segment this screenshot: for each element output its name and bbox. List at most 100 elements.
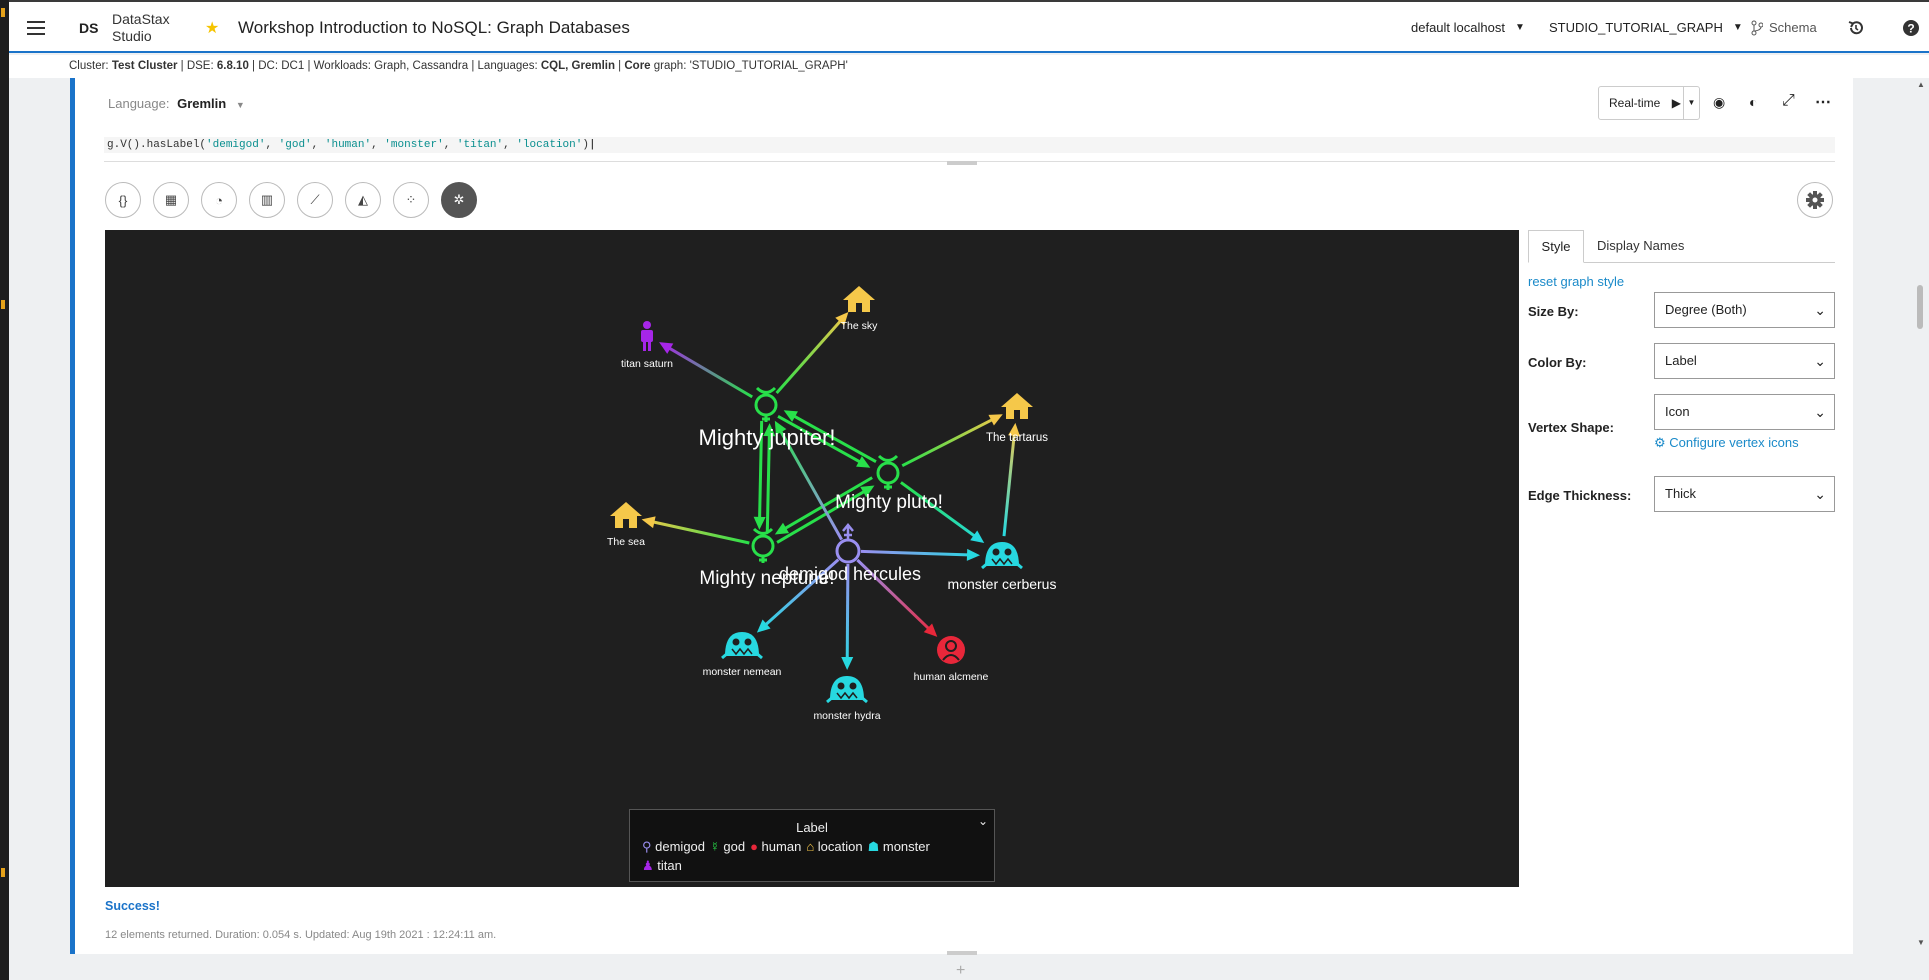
query-separator: , xyxy=(371,139,385,151)
contrast-icon: ◐ xyxy=(1749,94,1758,110)
bar-chart-button[interactable]: ▥ xyxy=(249,182,285,218)
svg-text:?: ? xyxy=(1907,21,1914,35)
vertex-label: Mighty jupiter! xyxy=(699,425,836,450)
query-editor[interactable]: g.V().hasLabel('demigod', 'god', 'human'… xyxy=(104,137,1835,153)
vertex-hydra[interactable]: monster hydra xyxy=(813,676,881,722)
toggle-output-button[interactable]: ◐ xyxy=(1749,94,1757,110)
area-chart-button[interactable]: ◭ xyxy=(345,182,381,218)
chart-settings-button[interactable] xyxy=(1797,182,1833,218)
add-cell-button[interactable]: + xyxy=(956,962,965,980)
schema-button[interactable]: Schema xyxy=(1751,2,1817,53)
bar-chart-icon: ▥ xyxy=(260,192,274,207)
caret-down-icon: ▼ xyxy=(1514,22,1525,33)
scroll-down-icon[interactable]: ▼ xyxy=(1917,938,1925,947)
expand-button[interactable]: ⤢ xyxy=(1782,92,1795,110)
vertex-label: The sky xyxy=(841,320,879,332)
caret-down-icon: ▼ xyxy=(235,100,245,110)
configure-vertex-icons-label: Configure vertex icons xyxy=(1669,435,1799,450)
vertex-sky[interactable]: The sky xyxy=(841,286,879,332)
vertex-nemean[interactable]: monster nemean xyxy=(703,632,782,678)
graph-edge[interactable] xyxy=(1002,430,1017,537)
vertex-label: monster cerberus xyxy=(948,576,1057,592)
size-by-select[interactable]: Degree (Both) ⌄ xyxy=(1654,292,1835,328)
legend-title: Label xyxy=(796,820,828,835)
vertex-label: monster hydra xyxy=(813,710,880,722)
graph-canvas[interactable]: Mighty jupiter!Mighty pluto!Mighty neptu… xyxy=(105,230,1519,887)
vertex-shape-value: Icon xyxy=(1665,404,1690,419)
cluster-label: Cluster: xyxy=(69,60,109,72)
pie-chart-button[interactable]: ◔ xyxy=(201,182,237,218)
hide-code-button[interactable]: ◉ xyxy=(1713,94,1725,111)
graph-edge[interactable] xyxy=(665,344,753,399)
vertex-cerberus[interactable]: monster cerberus xyxy=(948,542,1057,592)
line-chart-button[interactable]: ⟋ xyxy=(297,182,333,218)
vertex-sea[interactable]: The sea xyxy=(607,502,645,548)
hamburger-menu-button[interactable] xyxy=(27,2,47,53)
more-options-button[interactable]: ⋯ xyxy=(1815,92,1831,112)
size-by-label: Size By: xyxy=(1528,304,1579,319)
scroll-up-icon[interactable]: ▲ xyxy=(1917,80,1925,89)
vertex-shape-label: Vertex Shape: xyxy=(1528,420,1614,435)
history-button[interactable] xyxy=(1847,2,1865,53)
line-chart-icon: ⟋ xyxy=(310,192,320,207)
graph-icon: ✲ xyxy=(453,192,465,207)
graph-edge[interactable] xyxy=(860,549,973,557)
vertex-label: titan saturn xyxy=(621,358,673,370)
cell-resize-handle[interactable] xyxy=(947,951,977,955)
graph-view-button[interactable]: ✲ xyxy=(441,182,477,218)
query-separator: , xyxy=(311,139,325,151)
tab-style[interactable]: Style xyxy=(1528,230,1584,263)
reset-graph-style-link[interactable]: reset graph style xyxy=(1528,274,1624,289)
tab-display-names[interactable]: Display Names xyxy=(1597,230,1684,263)
notebook-title: Workshop Introduction to NoSQL: Graph Da… xyxy=(238,17,630,37)
vertex-alcmene[interactable]: human alcmene xyxy=(914,636,989,683)
datastax-logo: DS xyxy=(79,19,99,36)
vertex-hercules[interactable]: demigod hercules xyxy=(779,523,921,584)
connection-name: default localhost xyxy=(1411,20,1505,35)
human-icon: ● xyxy=(750,839,758,854)
dse-label: DSE: xyxy=(186,60,214,72)
status-message: Success! xyxy=(105,899,160,913)
scrollbar-thumb[interactable] xyxy=(1917,285,1923,329)
graph-edge[interactable] xyxy=(775,316,845,395)
graph-edge[interactable] xyxy=(901,416,997,468)
graph-edge[interactable] xyxy=(649,519,750,545)
query-arg: 'location' xyxy=(516,139,583,151)
vertex-label: Mighty pluto! xyxy=(835,492,943,513)
edge-thickness-select[interactable]: Thick ⌄ xyxy=(1654,476,1835,512)
ellipsis-icon: ⋯ xyxy=(1815,94,1831,111)
json-view-button[interactable]: {} xyxy=(105,182,141,218)
vertex-label: human alcmene xyxy=(914,671,989,683)
page-scrollbar[interactable]: ▲ ▼ xyxy=(1911,78,1929,954)
run-mode-label: Real-time xyxy=(1609,96,1661,110)
legend-collapse-button[interactable]: ⌄ xyxy=(978,814,988,828)
vertex-jupiter[interactable]: Mighty jupiter! xyxy=(699,386,836,450)
languages: CQL, Gremlin xyxy=(540,60,615,72)
editor-resize-handle[interactable] xyxy=(947,161,977,165)
graph-dropdown[interactable]: STUDIO_TUTORIAL_GRAPH ▼ xyxy=(1549,2,1743,53)
language-selector[interactable]: Language: Gremlin ▼ xyxy=(108,96,245,111)
configure-vertex-icons-link[interactable]: ⚙ Configure vertex icons xyxy=(1654,435,1799,451)
run-button[interactable]: Real-time ▶ xyxy=(1599,87,1683,119)
titan-icon: ♟ xyxy=(642,858,654,873)
scatter-icon: ⁘ xyxy=(405,192,417,207)
eye-slash-icon: ◉ xyxy=(1713,94,1726,110)
favorite-star-icon[interactable]: ★ xyxy=(205,2,219,53)
help-button[interactable]: ? xyxy=(1902,2,1920,53)
table-view-button[interactable]: ▦ xyxy=(153,182,189,218)
vertex-label: The tartarus xyxy=(986,432,1048,444)
scatter-chart-button[interactable]: ⁘ xyxy=(393,182,429,218)
product-name-line1: DataStax xyxy=(112,10,170,27)
datacenter: DC: DC1 xyxy=(258,60,305,72)
run-mode-dropdown[interactable]: ▼ xyxy=(1683,87,1699,119)
god-icon: ☿ xyxy=(710,839,720,854)
vertex-pluto[interactable]: Mighty pluto! xyxy=(835,454,943,513)
edge-arrowhead xyxy=(966,548,981,561)
core-graph: graph: 'STUDIO_TUTORIAL_GRAPH' xyxy=(653,60,848,72)
color-by-select[interactable]: Label ⌄ xyxy=(1654,343,1835,379)
vertex-shape-select[interactable]: Icon ⌄ xyxy=(1654,394,1835,430)
table-icon: ▦ xyxy=(164,192,178,207)
graph-visualization[interactable]: Mighty jupiter! Mighty pluto! Mighty neptu… xyxy=(105,230,1519,887)
connection-dropdown[interactable]: default localhost ▼ xyxy=(1411,2,1525,53)
legend-item-titan: ♟ titan xyxy=(642,858,682,873)
